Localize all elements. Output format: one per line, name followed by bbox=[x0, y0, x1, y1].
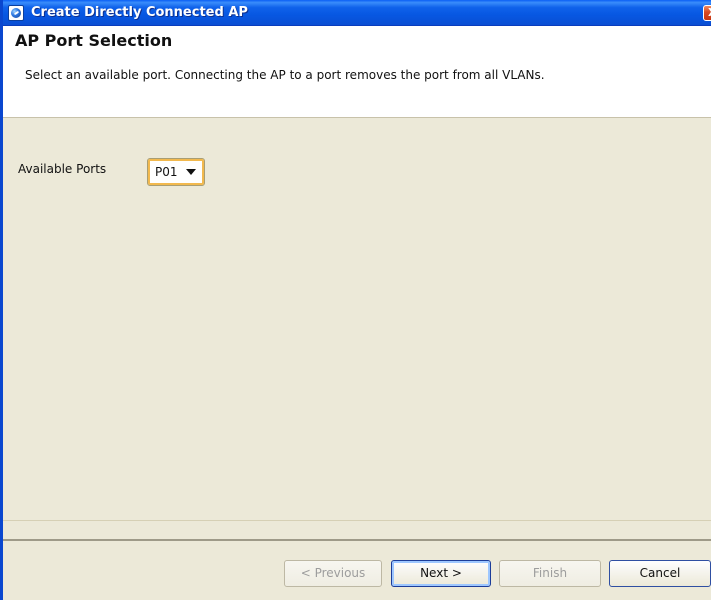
page-description: Select an available port. Connecting the… bbox=[25, 68, 545, 82]
page-title: AP Port Selection bbox=[15, 31, 173, 50]
footer-divider-top bbox=[3, 520, 711, 521]
dialog-window: Create Directly Connected AP X AP Port S… bbox=[0, 0, 711, 600]
available-ports-label: Available Ports bbox=[18, 162, 107, 176]
available-ports-value: P01 bbox=[155, 165, 178, 179]
finish-button[interactable]: Finish bbox=[499, 560, 601, 587]
title-bar[interactable]: Create Directly Connected AP X bbox=[3, 0, 711, 26]
window-title: Create Directly Connected AP bbox=[31, 5, 248, 20]
app-network-icon bbox=[8, 5, 24, 21]
content-area bbox=[3, 118, 711, 538]
previous-button[interactable]: < Previous bbox=[284, 560, 382, 587]
next-button[interactable]: Next > bbox=[391, 560, 491, 587]
chevron-down-icon bbox=[186, 169, 196, 175]
close-button[interactable]: X bbox=[703, 5, 711, 21]
available-ports-dropdown[interactable]: P01 bbox=[147, 158, 205, 186]
cancel-button[interactable]: Cancel bbox=[609, 560, 711, 587]
